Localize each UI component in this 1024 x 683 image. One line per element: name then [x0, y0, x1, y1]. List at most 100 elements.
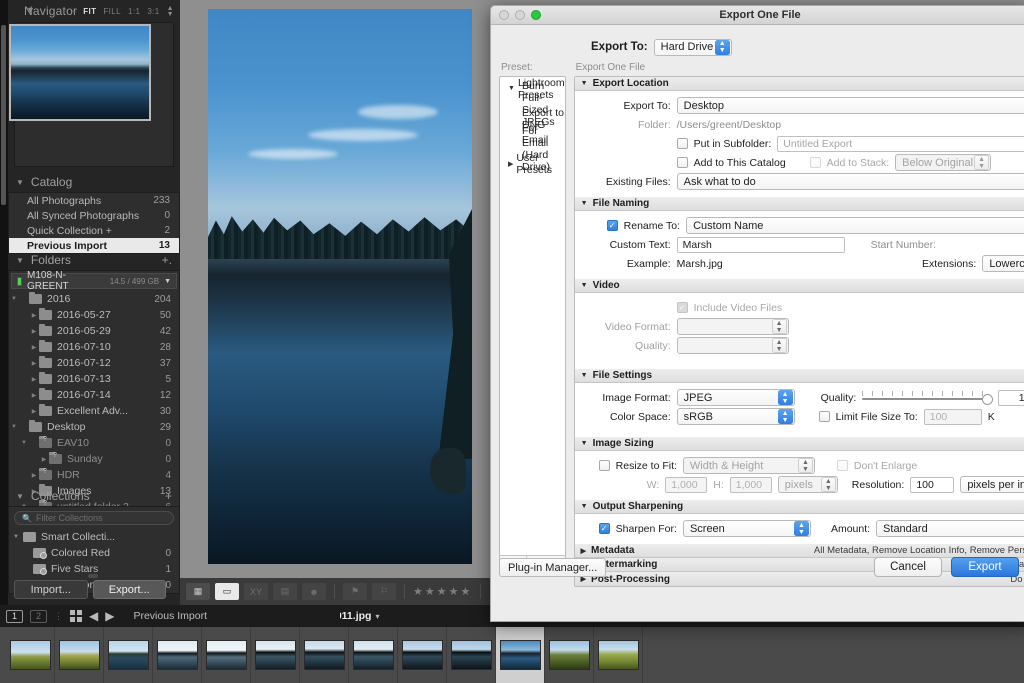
folder-disclosure-icon[interactable]: ▼	[19, 440, 29, 446]
export-to-dropdown[interactable]: Hard Drive ▲ ▼	[653, 38, 732, 56]
navigator-mode-1to1[interactable]: 1:1	[128, 7, 140, 16]
close-button[interactable]	[499, 10, 509, 20]
filmstrip-item[interactable]	[251, 627, 300, 683]
filmstrip-item[interactable]	[545, 627, 594, 683]
main-photo[interactable]	[208, 9, 472, 564]
collections-disclosure-icon[interactable]: ▼	[16, 492, 24, 501]
height-input[interactable]: 1,000	[729, 476, 772, 493]
volume-menu-icon[interactable]: ▼	[164, 278, 171, 285]
slider-knob[interactable]	[982, 393, 994, 405]
filmstrip-source[interactable]: Previous Import	[133, 610, 207, 622]
folder-row[interactable]: ▶ 2016-07-12 37	[9, 355, 179, 371]
filmstrip-item[interactable]	[594, 627, 643, 683]
folder-row[interactable]: ▼ Desktop 29	[9, 419, 179, 435]
star-rating[interactable]: ★★★★★	[413, 585, 472, 598]
cancel-button[interactable]: Cancel	[874, 557, 942, 577]
navigator-zoom-stepper-icon[interactable]: ▲ ▼	[167, 5, 174, 18]
add-collection-icon[interactable]: +	[165, 489, 172, 503]
zoom-button[interactable]	[531, 10, 541, 20]
folders-header[interactable]: ▼ Folders +.	[8, 250, 180, 270]
left-panel-scrollbar[interactable]	[1, 25, 6, 205]
filmstrip-item[interactable]	[104, 627, 153, 683]
catalog-disclosure-icon[interactable]: ▼	[16, 178, 24, 187]
preset-group-user[interactable]: ▶ User Presets	[500, 152, 565, 176]
catalog-item-all-synced-photographs[interactable]: All Synced Photographs 0	[9, 208, 179, 223]
arrow-left-icon[interactable]: ◀	[89, 609, 98, 623]
screen-2-button[interactable]: 2	[30, 609, 47, 623]
sharpen-for-checkbox[interactable]: ✓	[598, 523, 610, 534]
filmstrip-item-selected[interactable]	[496, 627, 545, 683]
folder-row[interactable]: ▼ EAV10 0	[9, 435, 179, 451]
filmstrip-item[interactable]	[202, 627, 251, 683]
filmstrip-item[interactable]	[300, 627, 349, 683]
resolution-input[interactable]: 100	[910, 476, 955, 493]
chevron-down-icon[interactable]: ▼	[581, 440, 588, 447]
people-view-icon[interactable]: ☻	[302, 583, 326, 600]
screen-1-button[interactable]: 1	[6, 609, 23, 623]
export-dialog[interactable]: Export One File Export To: Hard Drive ▲ ▼…	[490, 5, 1024, 622]
resolution-unit-dropdown[interactable]: pixels per inch ▲▼	[960, 476, 1024, 493]
folder-row[interactable]: ▶ HDR 4	[9, 467, 179, 483]
folder-disclosure-icon[interactable]: ▶	[29, 360, 39, 367]
filmstrip-item[interactable]	[349, 627, 398, 683]
navigator-disclosure-icon[interactable]: ▼	[26, 5, 35, 15]
chevron-down-icon[interactable]: ▼	[508, 85, 515, 92]
quality-value-input[interactable]: 100	[998, 389, 1024, 406]
color-space-dropdown[interactable]: sRGB ▲ ▼	[676, 408, 795, 425]
group-video-header[interactable]: ▼ Video	[574, 279, 1024, 293]
navigator-mode-3to1[interactable]: 3:1	[147, 7, 159, 16]
folder-disclosure-icon[interactable]: ▶	[29, 328, 39, 335]
navigator-zoom-modes[interactable]: – FIT FILL 1:1 3:1 ▲ ▼	[72, 5, 174, 18]
volume-row[interactable]: M108-N-GREENT 14.5 / 499 GB ▼	[11, 270, 177, 292]
collection-disclosure-icon[interactable]: ▼	[9, 534, 23, 540]
filmstrip-item[interactable]	[6, 627, 55, 683]
flag-reject-icon[interactable]: ⚐	[372, 583, 396, 600]
grid-view-icon[interactable]: ▦	[186, 583, 210, 600]
import-button[interactable]: Import...	[14, 580, 88, 599]
panel-resize-grip[interactable]	[88, 574, 98, 578]
quality-slider[interactable]	[862, 390, 994, 405]
minimize-button[interactable]	[515, 10, 525, 20]
rename-to-checkbox[interactable]: ✓	[606, 220, 618, 231]
group-file-settings-header[interactable]: ▼ File Settings	[574, 369, 1024, 383]
group-file-naming-header[interactable]: ▼ File Naming	[574, 197, 1024, 211]
grid-icon[interactable]	[70, 610, 82, 622]
folder-disclosure-icon[interactable]: ▶	[29, 408, 39, 415]
existing-files-dropdown[interactable]: Ask what to do ▲▼	[676, 173, 1024, 190]
group-output-sharpening-header[interactable]: ▼ Output Sharpening	[574, 500, 1024, 514]
add-folder-icon[interactable]: +.	[162, 253, 172, 267]
filename-caret-icon[interactable]: ▾	[375, 612, 379, 621]
folders-disclosure-icon[interactable]: ▼	[16, 256, 24, 265]
put-in-subfolder-checkbox[interactable]	[676, 138, 688, 149]
folder-row[interactable]: ▶ 2016-05-27 50	[9, 307, 179, 323]
export-confirm-button[interactable]: Export	[951, 557, 1019, 577]
limit-file-size-checkbox[interactable]	[818, 411, 830, 422]
filmstrip-item[interactable]	[153, 627, 202, 683]
amount-dropdown[interactable]: Standard ▲▼	[876, 520, 1024, 537]
limit-file-size-input[interactable]: 100	[923, 408, 982, 425]
chevron-down-icon[interactable]: ▼	[581, 503, 588, 510]
loupe-view-icon[interactable]: ▭	[215, 583, 239, 600]
folder-row[interactable]: ▶ 2016-07-13 5	[9, 371, 179, 387]
navigator-thumbnail[interactable]	[9, 24, 151, 121]
dialog-titlebar[interactable]: Export One File	[491, 6, 1024, 25]
group-export-location-header[interactable]: ▼ Export Location	[574, 77, 1024, 91]
folder-disclosure-icon[interactable]: ▼	[9, 424, 19, 430]
sharpen-for-dropdown[interactable]: Screen ▲ ▼	[682, 520, 811, 537]
flag-pick-icon[interactable]: ⚑	[343, 583, 367, 600]
export-button[interactable]: Export...	[92, 580, 166, 599]
collection-row[interactable]: Colored Red 0	[9, 545, 179, 561]
filmstrip[interactable]	[0, 627, 1024, 683]
folder-disclosure-icon[interactable]: ▶	[39, 456, 49, 463]
filmstrip-item[interactable]	[447, 627, 496, 683]
custom-text-input[interactable]: Marsh	[676, 236, 845, 253]
folder-disclosure-icon[interactable]: ▼	[9, 296, 19, 302]
group-image-sizing-header[interactable]: ▼ Image Sizing	[574, 437, 1024, 451]
chevron-down-icon[interactable]: ▼	[581, 372, 588, 379]
add-to-catalog-checkbox[interactable]	[676, 157, 688, 168]
resize-to-fit-checkbox[interactable]	[598, 460, 610, 471]
chevron-down-icon[interactable]: ▼	[581, 282, 588, 289]
folder-row[interactable]: ▼ 2016 204	[9, 291, 179, 307]
chevron-right-icon[interactable]: ▶	[508, 160, 513, 168]
extensions-dropdown[interactable]: Lowercase ▲▼	[982, 255, 1024, 272]
